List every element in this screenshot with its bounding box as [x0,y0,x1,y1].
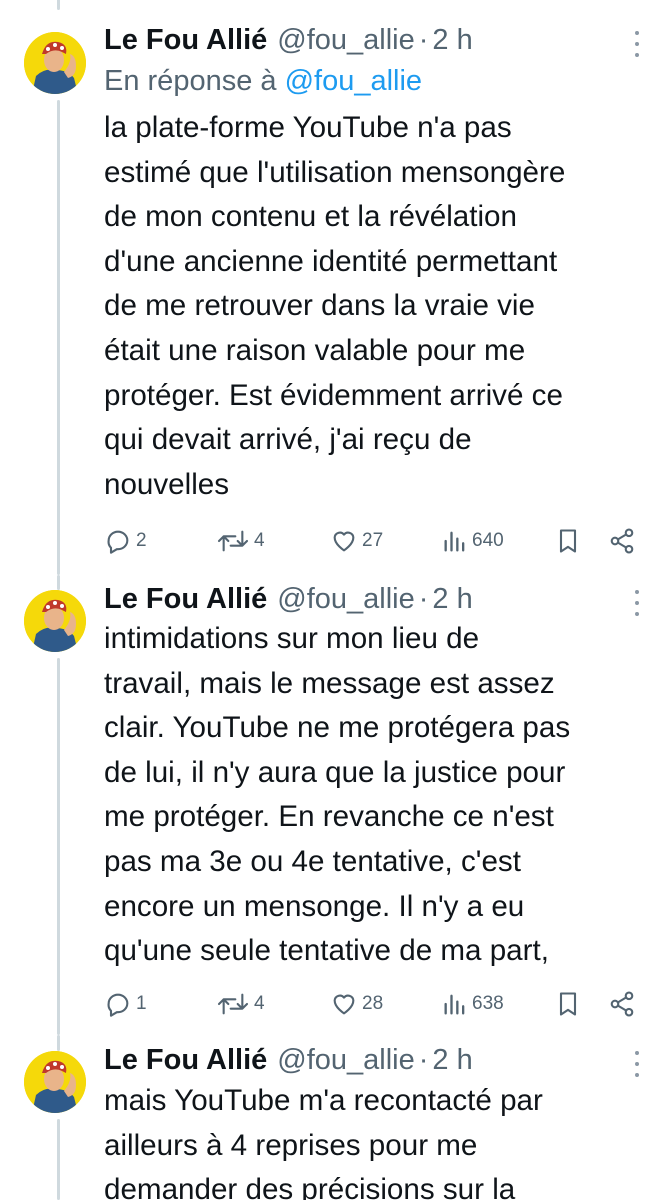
reply-mention-link[interactable]: @fou_allie [285,65,422,97]
reply-count: 1 [136,993,147,1014]
tweet-text: intimidations sur mon lieu de travail, m… [104,617,649,974]
tweet-header: Le Fou Allié @fou_allie · 2 h [104,578,473,620]
text-line: intimidations sur mon lieu de [104,622,480,655]
views-count: 638 [472,993,504,1014]
text-line: nouvelles [104,467,230,501]
thread-line [57,1035,60,1051]
tweet-header: Le Fou Allié @fou_allie · 2 h [104,1039,473,1081]
text-line: de mon contenu et la révélation [104,200,517,234]
thread-line [57,1119,60,1200]
like-button[interactable]: 28 [330,984,383,1024]
share-icon [610,991,634,1017]
views-button[interactable]: 640 [442,521,504,561]
reply-icon [107,993,129,1017]
text-line: de me retrouver dans la vraie vie [104,289,535,323]
views-count: 640 [472,530,504,551]
tweet-text: la plate-forme YouTube n'a pas estimé qu… [104,106,649,507]
more-options-icon[interactable] [633,590,641,616]
text-line: demander des précisions sur la [104,1173,516,1200]
text-line: ailleurs à 4 reprises pour me [104,1128,478,1162]
avatar-image [24,1051,86,1113]
thread-line [57,575,60,590]
reply-context: En réponse à @fou_allie [104,59,422,103]
author-handle[interactable]: @fou_allie [277,1039,414,1081]
thread-line [57,100,60,575]
text-line: clair. YouTube ne me protégera pas [104,711,571,745]
tweet[interactable]: Le Fou Allié @fou_allie · 2 h mais YouTu… [0,1035,671,1200]
author-handle[interactable]: @fou_allie [277,19,414,61]
share-button[interactable] [608,984,636,1024]
timestamp[interactable]: 2 h [432,578,472,620]
bookmark-icon [559,529,577,553]
reply-icon [107,530,129,554]
text-line: mais YouTube m'a recontacté par [104,1084,543,1117]
timestamp[interactable]: 2 h [432,19,472,61]
action-bar: 2 4 27 640 [104,521,644,561]
text-line: me protéger. En revanche ce n'est [104,800,554,834]
avatar-image [24,590,86,652]
like-button[interactable]: 27 [330,521,383,561]
text-line: d'une ancienne identité permettant [104,244,558,278]
tweet[interactable]: Le Fou Allié @fou_allie · 2 h En réponse… [0,0,671,575]
retweet-button[interactable]: 4 [216,521,265,561]
text-line: pas ma 3e ou 4e tentative, c'est [104,844,521,878]
text-line: estimé que l'utilisation mensongère [104,155,566,189]
text-line: qui devait arrivé, j'ai reçu de [104,423,472,457]
more-options-icon[interactable] [633,31,641,57]
author-handle[interactable]: @fou_allie [277,578,414,620]
separator: · [418,24,429,56]
text-line: la plate-forme YouTube n'a pas [104,111,512,144]
views-button[interactable]: 638 [442,984,504,1024]
bookmark-icon [559,992,577,1016]
thread-line [57,658,60,1035]
tweet-header: Le Fou Allié @fou_allie · 2 h [104,19,473,61]
text-line: qu'une seule tentative de ma part, [104,934,549,968]
author-name[interactable]: Le Fou Allié [104,19,267,61]
retweet-count: 4 [254,530,265,551]
timestamp[interactable]: 2 h [432,1039,472,1081]
retweet-icon [217,993,249,1015]
share-button[interactable] [608,521,636,561]
text-line: encore un mensonge. Il n'y a eu [104,889,525,923]
text-line: de lui, il n'y aura que la justice pour [104,755,566,789]
share-icon [610,528,634,554]
bookmark-button[interactable] [556,984,580,1024]
bookmark-button[interactable] [556,521,580,561]
reply-button[interactable]: 2 [104,521,147,561]
separator: · [418,583,429,615]
text-line: protéger. Est évidemment arrivé ce [104,378,563,412]
tweet-text: mais YouTube m'a recontacté par ailleurs… [104,1079,649,1200]
more-options-icon[interactable] [633,1051,641,1077]
like-count: 28 [362,993,384,1014]
text-line: travail, mais le message est assez [104,666,555,700]
reply-button[interactable]: 1 [104,984,147,1024]
separator: · [418,1044,429,1076]
retweet-button[interactable]: 4 [216,984,265,1024]
heart-icon [333,531,355,552]
text-line: était une raison valable pour me [104,333,526,367]
avatar-image [24,32,86,94]
views-icon [444,531,465,552]
heart-icon [333,994,355,1015]
avatar[interactable] [24,590,86,652]
reply-count: 2 [136,530,147,551]
like-count: 27 [362,530,384,551]
avatar[interactable] [24,1051,86,1113]
tweet[interactable]: Le Fou Allié @fou_allie · 2 h intimidati… [0,575,671,1035]
author-name[interactable]: Le Fou Allié [104,1039,267,1081]
reply-prefix: En réponse à [104,65,277,97]
author-name[interactable]: Le Fou Allié [104,578,267,620]
action-bar: 1 4 28 638 [104,984,644,1024]
retweet-count: 4 [254,993,265,1014]
thread-line [57,0,60,10]
views-icon [444,994,465,1015]
retweet-icon [217,530,249,552]
avatar[interactable] [24,32,86,94]
